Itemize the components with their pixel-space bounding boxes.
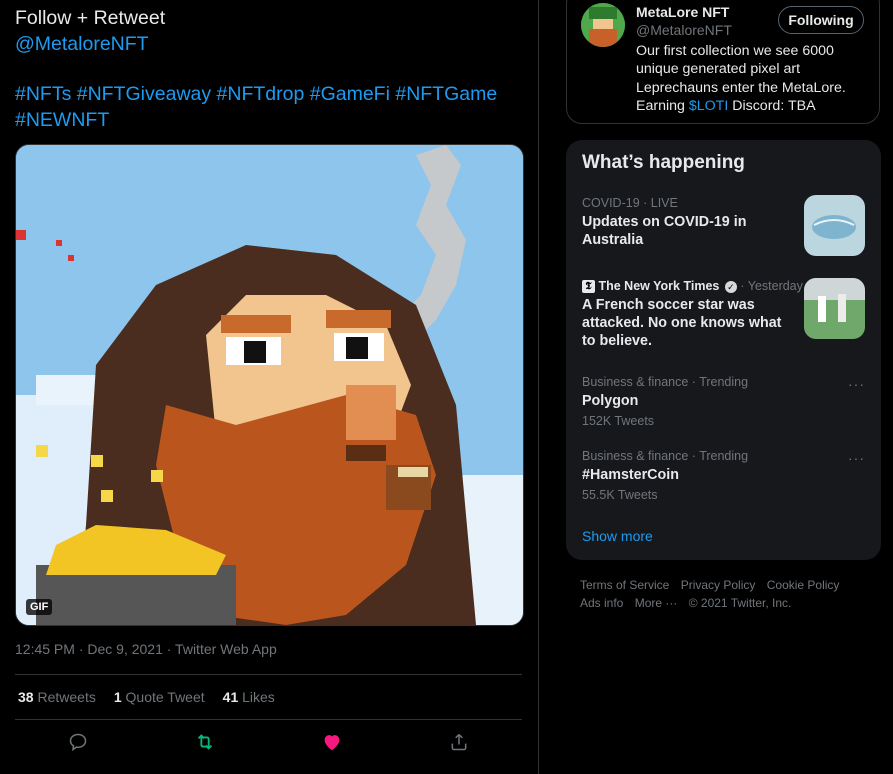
terms-link[interactable]: Terms of Service (580, 578, 669, 592)
trend-topic: A French soccer star was attacked. No on… (582, 297, 782, 350)
footer-links: Terms of Service Privacy Policy Cookie P… (580, 576, 880, 612)
retweet-button[interactable] (191, 728, 219, 756)
retweets-label: Retweets (37, 689, 96, 705)
divider (15, 674, 522, 675)
bio-cashtag-link[interactable]: $LOTI (689, 98, 728, 114)
leprechaun-avatar-image (581, 3, 625, 47)
retweet-icon (198, 734, 213, 750)
soccer-image (804, 278, 865, 339)
copyright: © 2021 Twitter, Inc. (688, 596, 792, 610)
tweet-media-gif[interactable]: GIF (15, 144, 524, 626)
mask-image (804, 195, 865, 256)
reply-button[interactable] (64, 728, 92, 756)
tweet-line-1: Follow + Retweet (15, 7, 166, 29)
profile-avatar[interactable] (581, 3, 625, 47)
profile-handle[interactable]: @MetaloreNFT (636, 22, 732, 38)
following-button[interactable]: Following (778, 6, 864, 34)
trend-count: 55.5K Tweets (582, 488, 658, 502)
like-button[interactable] (318, 728, 346, 756)
trend-category: Business & finance · Trending (582, 449, 749, 463)
profile-bio: Our first collection we see 6000 unique … (636, 42, 868, 116)
bio-tail: Discord: TBA (728, 98, 816, 115)
more-options-icon[interactable]: ··· (848, 376, 865, 392)
mention-link[interactable]: @MetaloreNFT (15, 32, 530, 58)
likes-label: Likes (242, 689, 275, 705)
trend-count: 152K Tweets (582, 414, 655, 428)
divider (15, 719, 522, 720)
news-time: · Yesterday (740, 279, 803, 293)
trend-item[interactable]: Business & finance · Trending #HamsterCo… (582, 449, 872, 502)
news-source: The New York Times (598, 279, 720, 293)
likes-stat[interactable]: 41 Likes (223, 689, 275, 705)
more-link[interactable]: More ··· (635, 596, 678, 610)
verified-badge-icon: ✓ (724, 280, 737, 293)
ads-info-link[interactable]: Ads info (580, 596, 623, 610)
trend-topic: Updates on COVID-19 in Australia (582, 214, 747, 248)
retweets-count: 38 (18, 689, 34, 705)
trend-category: Business & finance · Trending (582, 375, 749, 389)
likes-count: 41 (222, 689, 239, 705)
quotes-label: Quote Tweet (125, 689, 205, 705)
quotes-count: 1 (113, 689, 122, 705)
soccer-thumbnail (804, 278, 865, 339)
hashtags-line-2[interactable]: #NEWNFT (15, 108, 530, 134)
tweet-actions (15, 728, 522, 756)
trend-topic: #HamsterCoin (582, 467, 679, 483)
retweets-stat[interactable]: 38 Retweets (18, 689, 96, 705)
heart-icon (324, 735, 340, 751)
cookie-link[interactable]: Cookie Policy (767, 578, 840, 592)
more-options-icon[interactable]: ··· (848, 450, 865, 466)
privacy-link[interactable]: Privacy Policy (681, 578, 756, 592)
show-more-link[interactable]: Show more (582, 528, 653, 544)
column-divider (538, 0, 539, 774)
tweet-text: Follow + Retweet @MetaloreNFT #NFTs #NFT… (15, 6, 530, 133)
leprechaun-pixel-art (16, 145, 523, 625)
reply-icon (70, 733, 87, 752)
gif-badge: GIF (26, 599, 53, 615)
profile-name[interactable]: MetaLore NFT (636, 4, 729, 20)
panel-title: What’s happening (582, 152, 745, 173)
covid-mask-thumbnail (804, 195, 865, 256)
trend-topic: Polygon (582, 393, 639, 409)
tweet-timestamp[interactable]: 12:45 PM · Dec 9, 2021 · Twitter Web App (15, 641, 277, 657)
tweet-stats: 38 Retweets 1 Quote Tweet 41 Likes (18, 689, 275, 705)
nyt-logo-icon: 𝕿 (582, 280, 595, 294)
tweet-detail: Follow + Retweet @MetaloreNFT #NFTs #NFT… (0, 0, 538, 774)
share-icon (451, 733, 467, 751)
quotes-stat[interactable]: 1 Quote Tweet (114, 689, 205, 705)
trend-item[interactable]: Business & finance · Trending Polygon 15… (582, 375, 872, 428)
hashtags-line-1[interactable]: #NFTs #NFTGiveaway #NFTdrop #GameFi #NFT… (15, 82, 530, 108)
share-button[interactable] (445, 728, 473, 756)
whats-happening-panel: What’s happening COVID-19 · LIVE Updates… (566, 140, 881, 560)
